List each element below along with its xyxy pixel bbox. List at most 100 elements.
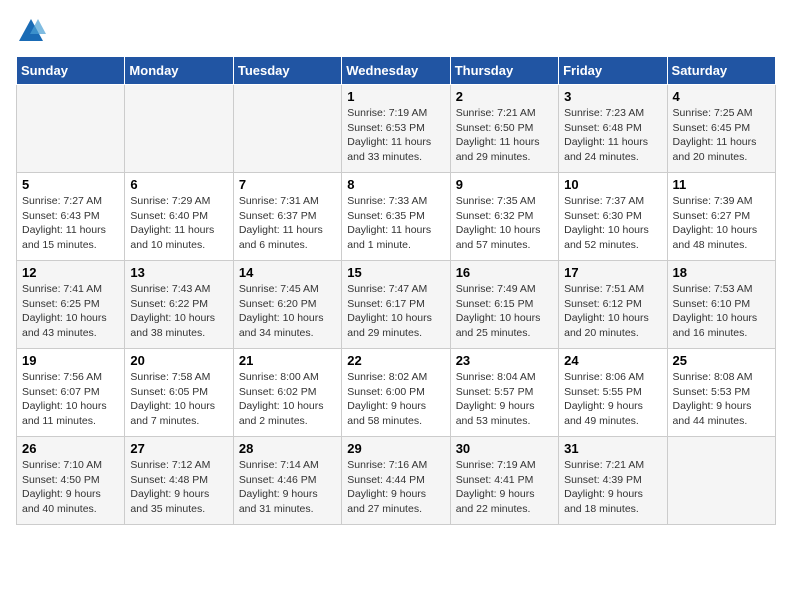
day-info: Sunrise: 7:23 AM Sunset: 6:48 PM Dayligh… — [564, 106, 661, 165]
day-info: Sunrise: 7:35 AM Sunset: 6:32 PM Dayligh… — [456, 194, 553, 253]
day-info: Sunrise: 7:21 AM Sunset: 6:50 PM Dayligh… — [456, 106, 553, 165]
calendar-cell — [17, 85, 125, 173]
day-number: 6 — [130, 177, 227, 192]
day-info: Sunrise: 7:49 AM Sunset: 6:15 PM Dayligh… — [456, 282, 553, 341]
day-number: 3 — [564, 89, 661, 104]
day-number: 23 — [456, 353, 553, 368]
day-info: Sunrise: 7:10 AM Sunset: 4:50 PM Dayligh… — [22, 458, 119, 517]
calendar-cell: 29Sunrise: 7:16 AM Sunset: 4:44 PM Dayli… — [342, 437, 450, 525]
day-info: Sunrise: 7:19 AM Sunset: 6:53 PM Dayligh… — [347, 106, 444, 165]
day-info: Sunrise: 7:39 AM Sunset: 6:27 PM Dayligh… — [673, 194, 770, 253]
day-info: Sunrise: 7:56 AM Sunset: 6:07 PM Dayligh… — [22, 370, 119, 429]
day-info: Sunrise: 7:31 AM Sunset: 6:37 PM Dayligh… — [239, 194, 336, 253]
calendar-week-row: 12Sunrise: 7:41 AM Sunset: 6:25 PM Dayli… — [17, 261, 776, 349]
day-header-saturday: Saturday — [667, 57, 775, 85]
calendar-week-row: 26 Sunrise: 7:10 AM Sunset: 4:50 PM Dayli… — [17, 437, 776, 525]
calendar-cell: 27Sunrise: 7:12 AM Sunset: 4:48 PM Dayli… — [125, 437, 233, 525]
calendar-cell — [667, 437, 775, 525]
calendar-cell: 22 Sunrise: 8:02 AM Sunset: 6:00 PM Dayli… — [342, 349, 450, 437]
day-number: 30 — [456, 441, 553, 456]
day-info: Sunrise: 7:43 AM Sunset: 6:22 PM Dayligh… — [130, 282, 227, 341]
day-number: 11 — [673, 177, 770, 192]
day-number: 22 — [347, 353, 444, 368]
day-number: 18 — [673, 265, 770, 280]
day-number: 26 — [22, 441, 119, 456]
day-number: 16 — [456, 265, 553, 280]
calendar-cell: 18 Sunrise: 7:53 AM Sunset: 6:10 PM Dayli… — [667, 261, 775, 349]
day-header-thursday: Thursday — [450, 57, 558, 85]
day-number: 7 — [239, 177, 336, 192]
day-info: Sunrise: 7:19 AM Sunset: 4:41 PM Dayligh… — [456, 458, 553, 517]
day-info: Sunrise: 7:25 AM Sunset: 6:45 PM Dayligh… — [673, 106, 770, 165]
day-number: 14 — [239, 265, 336, 280]
day-number: 15 — [347, 265, 444, 280]
day-number: 9 — [456, 177, 553, 192]
day-number: 13 — [130, 265, 227, 280]
calendar-cell: 11 Sunrise: 7:39 AM Sunset: 6:27 PM Dayli… — [667, 173, 775, 261]
day-header-tuesday: Tuesday — [233, 57, 341, 85]
day-header-monday: Monday — [125, 57, 233, 85]
day-info: Sunrise: 7:51 AM Sunset: 6:12 PM Dayligh… — [564, 282, 661, 341]
day-number: 8 — [347, 177, 444, 192]
calendar-cell: 17 Sunrise: 7:51 AM Sunset: 6:12 PM Dayli… — [559, 261, 667, 349]
day-info: Sunrise: 7:53 AM Sunset: 6:10 PM Dayligh… — [673, 282, 770, 341]
calendar-cell: 30 Sunrise: 7:19 AM Sunset: 4:41 PM Dayli… — [450, 437, 558, 525]
calendar-cell — [125, 85, 233, 173]
calendar-cell: 14 Sunrise: 7:45 AM Sunset: 6:20 PM Dayli… — [233, 261, 341, 349]
calendar-cell: 24 Sunrise: 8:06 AM Sunset: 5:55 PM Dayli… — [559, 349, 667, 437]
day-number: 17 — [564, 265, 661, 280]
calendar-cell: 3 Sunrise: 7:23 AM Sunset: 6:48 PM Daylig… — [559, 85, 667, 173]
day-number: 21 — [239, 353, 336, 368]
day-info: Sunrise: 7:27 AM Sunset: 6:43 PM Dayligh… — [22, 194, 119, 253]
day-info: Sunrise: 7:14 AM Sunset: 4:46 PM Dayligh… — [239, 458, 336, 517]
day-number: 2 — [456, 89, 553, 104]
day-header-wednesday: Wednesday — [342, 57, 450, 85]
logo-icon — [16, 16, 46, 46]
calendar-cell: 31 Sunrise: 7:21 AM Sunset: 4:39 PM Dayli… — [559, 437, 667, 525]
day-info: Sunrise: 8:08 AM Sunset: 5:53 PM Dayligh… — [673, 370, 770, 429]
calendar-cell: 12Sunrise: 7:41 AM Sunset: 6:25 PM Dayli… — [17, 261, 125, 349]
calendar-cell: 2 Sunrise: 7:21 AM Sunset: 6:50 PM Daylig… — [450, 85, 558, 173]
calendar-cell: 7 Sunrise: 7:31 AM Sunset: 6:37 PM Daylig… — [233, 173, 341, 261]
calendar-header-row: SundayMondayTuesdayWednesdayThursdayFrid… — [17, 57, 776, 85]
day-info: Sunrise: 7:58 AM Sunset: 6:05 PM Dayligh… — [130, 370, 227, 429]
calendar-cell: 26 Sunrise: 7:10 AM Sunset: 4:50 PM Dayli… — [17, 437, 125, 525]
day-number: 10 — [564, 177, 661, 192]
calendar-cell: 21 Sunrise: 8:00 AM Sunset: 6:02 PM Dayli… — [233, 349, 341, 437]
day-header-sunday: Sunday — [17, 57, 125, 85]
day-info: Sunrise: 7:45 AM Sunset: 6:20 PM Dayligh… — [239, 282, 336, 341]
day-number: 1 — [347, 89, 444, 104]
day-info: Sunrise: 7:21 AM Sunset: 4:39 PM Dayligh… — [564, 458, 661, 517]
day-number: 25 — [673, 353, 770, 368]
calendar-cell: 13 Sunrise: 7:43 AM Sunset: 6:22 PM Dayli… — [125, 261, 233, 349]
day-number: 4 — [673, 89, 770, 104]
calendar-cell: 23 Sunrise: 8:04 AM Sunset: 5:57 PM Dayli… — [450, 349, 558, 437]
day-number: 24 — [564, 353, 661, 368]
day-info: Sunrise: 8:02 AM Sunset: 6:00 PM Dayligh… — [347, 370, 444, 429]
day-info: Sunrise: 8:04 AM Sunset: 5:57 PM Dayligh… — [456, 370, 553, 429]
day-number: 5 — [22, 177, 119, 192]
day-info: Sunrise: 8:06 AM Sunset: 5:55 PM Dayligh… — [564, 370, 661, 429]
calendar-week-row: 19Sunrise: 7:56 AM Sunset: 6:07 PM Dayli… — [17, 349, 776, 437]
day-info: Sunrise: 8:00 AM Sunset: 6:02 PM Dayligh… — [239, 370, 336, 429]
calendar-cell: 16 Sunrise: 7:49 AM Sunset: 6:15 PM Dayli… — [450, 261, 558, 349]
calendar-table: SundayMondayTuesdayWednesdayThursdayFrid… — [16, 56, 776, 525]
logo — [16, 16, 50, 46]
day-number: 20 — [130, 353, 227, 368]
calendar-cell: 20 Sunrise: 7:58 AM Sunset: 6:05 PM Dayli… — [125, 349, 233, 437]
calendar-cell: 4 Sunrise: 7:25 AM Sunset: 6:45 PM Daylig… — [667, 85, 775, 173]
calendar-cell: 10 Sunrise: 7:37 AM Sunset: 6:30 PM Dayli… — [559, 173, 667, 261]
calendar-week-row: 1 Sunrise: 7:19 AM Sunset: 6:53 PM Daylig… — [17, 85, 776, 173]
calendar-cell: 15Sunrise: 7:47 AM Sunset: 6:17 PM Dayli… — [342, 261, 450, 349]
day-info: Sunrise: 7:29 AM Sunset: 6:40 PM Dayligh… — [130, 194, 227, 253]
day-number: 31 — [564, 441, 661, 456]
day-info: Sunrise: 7:12 AM Sunset: 4:48 PM Dayligh… — [130, 458, 227, 517]
day-number: 12 — [22, 265, 119, 280]
calendar-week-row: 5 Sunrise: 7:27 AM Sunset: 6:43 PM Daylig… — [17, 173, 776, 261]
page-header — [16, 16, 776, 46]
calendar-cell: 8Sunrise: 7:33 AM Sunset: 6:35 PM Daylig… — [342, 173, 450, 261]
calendar-cell: 19Sunrise: 7:56 AM Sunset: 6:07 PM Dayli… — [17, 349, 125, 437]
calendar-cell: 25 Sunrise: 8:08 AM Sunset: 5:53 PM Dayli… — [667, 349, 775, 437]
day-info: Sunrise: 7:16 AM Sunset: 4:44 PM Dayligh… — [347, 458, 444, 517]
day-info: Sunrise: 7:37 AM Sunset: 6:30 PM Dayligh… — [564, 194, 661, 253]
